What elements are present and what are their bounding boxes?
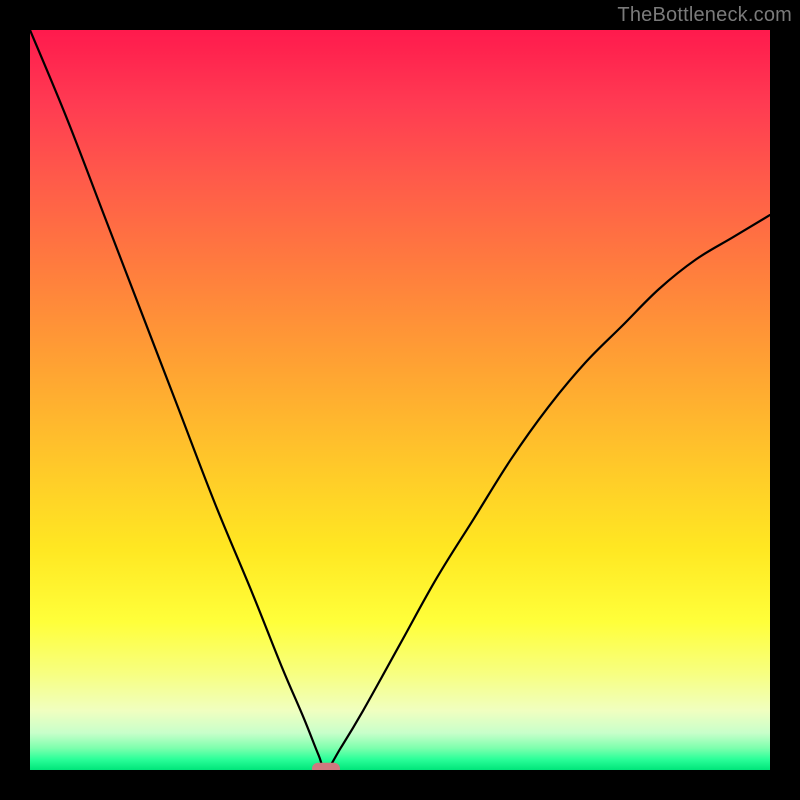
chart-frame: TheBottleneck.com bbox=[0, 0, 800, 800]
plot-area bbox=[30, 30, 770, 770]
bottleneck-curve bbox=[30, 30, 770, 770]
watermark-text: TheBottleneck.com bbox=[617, 4, 792, 27]
optimal-point-marker bbox=[312, 763, 340, 770]
